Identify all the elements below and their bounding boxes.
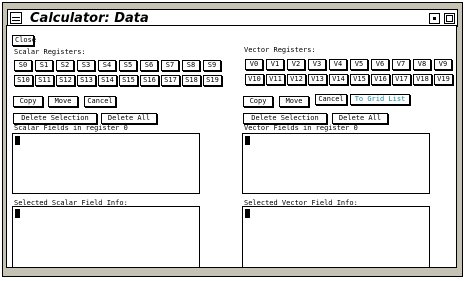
register-button[interactable]: S0 — [14, 60, 32, 71]
register-button[interactable]: V3 — [308, 59, 326, 70]
vector-delete-all-button[interactable]: Delete All — [332, 113, 388, 124]
minimize-icon[interactable] — [429, 13, 440, 24]
to-grid-list-button[interactable]: To Grid List — [350, 94, 410, 105]
register-button[interactable]: S14 — [98, 75, 117, 86]
scalar-delete-selection-button[interactable]: Delete Selection — [13, 113, 97, 124]
vector-registers-label: Vector Registers: — [244, 46, 316, 54]
register-button[interactable]: S8 — [182, 60, 200, 71]
scalar-move-button[interactable]: Move — [48, 96, 78, 107]
register-button[interactable]: S2 — [56, 60, 74, 71]
scalar-fields-list[interactable] — [12, 133, 200, 194]
register-button[interactable]: V4 — [329, 59, 347, 70]
register-button[interactable]: S18 — [182, 75, 201, 86]
register-button[interactable]: V1 — [266, 59, 284, 70]
scalar-delete-all-button[interactable]: Delete All — [101, 113, 157, 124]
vector-copy-button[interactable]: Copy — [243, 96, 273, 107]
register-button[interactable]: V10 — [245, 74, 264, 85]
scalar-cancel-button[interactable]: Cancel — [84, 96, 116, 107]
register-button[interactable]: S11 — [35, 75, 54, 86]
register-button[interactable]: S5 — [119, 60, 137, 71]
maximize-icon[interactable] — [444, 13, 455, 24]
register-button[interactable]: S16 — [140, 75, 159, 86]
register-button[interactable]: V7 — [392, 59, 410, 70]
register-button[interactable]: S4 — [98, 60, 116, 71]
vector-delete-selection-button[interactable]: Delete Selection — [243, 113, 327, 124]
register-button[interactable]: V0 — [245, 59, 263, 70]
vector-cancel-button[interactable]: Cancel — [315, 94, 347, 105]
register-button[interactable]: S1 — [35, 60, 53, 71]
register-button[interactable]: V6 — [371, 59, 389, 70]
vector-fields-label: Vector Fields in register 0 — [244, 124, 358, 132]
register-button[interactable]: S12 — [56, 75, 75, 86]
scalar-fields-label: Scalar Fields in register 0 — [14, 124, 128, 132]
register-button[interactable]: V15 — [350, 74, 369, 85]
register-button[interactable]: V18 — [413, 74, 432, 85]
close-button[interactable]: Close — [12, 35, 36, 46]
register-button[interactable]: S17 — [161, 75, 180, 86]
vector-info-box[interactable] — [242, 206, 430, 268]
register-button[interactable]: V14 — [329, 74, 348, 85]
register-button[interactable]: V11 — [266, 74, 285, 85]
register-button[interactable]: S15 — [119, 75, 138, 86]
register-button[interactable]: S9 — [203, 60, 221, 71]
scalar-info-cursor — [15, 209, 20, 218]
register-button[interactable]: V5 — [350, 59, 368, 70]
register-button[interactable]: V2 — [287, 59, 305, 70]
register-button[interactable]: S10 — [14, 75, 33, 86]
register-button[interactable]: V16 — [371, 74, 390, 85]
vector-fields-cursor — [245, 136, 250, 145]
vector-fields-list[interactable] — [242, 133, 430, 194]
vector-info-cursor — [245, 209, 250, 218]
register-button[interactable]: V19 — [434, 74, 453, 85]
register-button[interactable]: V8 — [413, 59, 431, 70]
register-button[interactable]: S6 — [140, 60, 158, 71]
vector-move-button[interactable]: Move — [279, 96, 309, 107]
register-button[interactable]: S3 — [77, 60, 95, 71]
window-title: Calculator: Data — [30, 11, 149, 26]
register-button[interactable]: V12 — [287, 74, 306, 85]
window-menu-icon[interactable] — [10, 12, 22, 24]
register-button[interactable]: V17 — [392, 74, 411, 85]
register-button[interactable]: V13 — [308, 74, 327, 85]
register-button[interactable]: S13 — [77, 75, 96, 86]
scalar-copy-button[interactable]: Copy — [13, 96, 43, 107]
scalar-registers-label: Scalar Registers: — [14, 48, 86, 56]
scalar-fields-cursor — [15, 136, 20, 145]
register-button[interactable]: S7 — [161, 60, 179, 71]
register-button[interactable]: S19 — [203, 75, 222, 86]
register-button[interactable]: V9 — [434, 59, 452, 70]
scalar-info-box[interactable] — [12, 206, 200, 268]
